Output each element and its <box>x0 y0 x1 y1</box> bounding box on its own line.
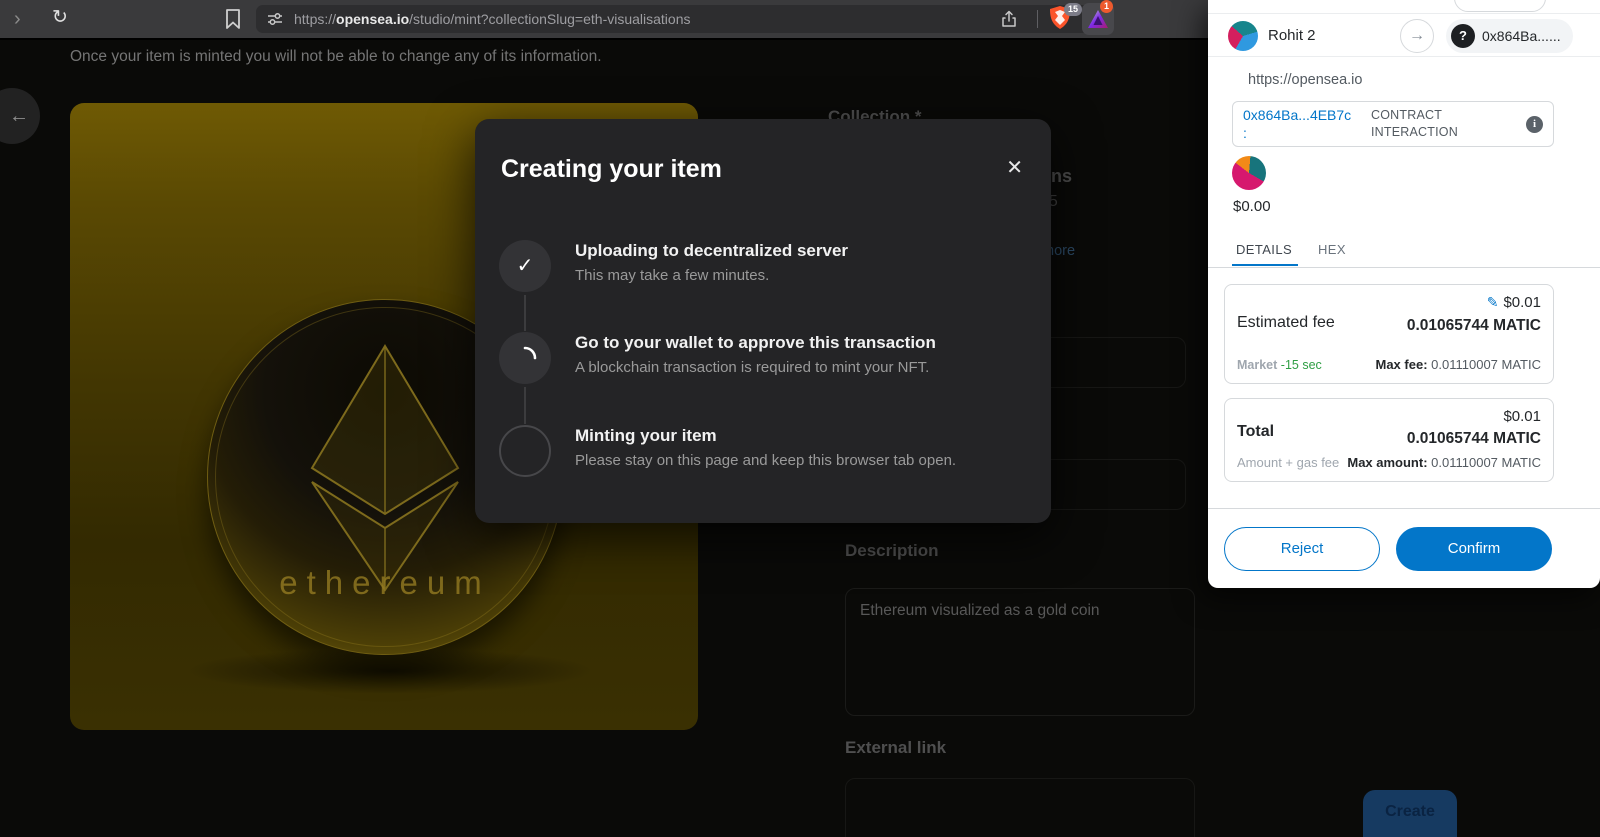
contract-address[interactable]: 0x864Ba...4EB7c: <box>1243 106 1371 142</box>
url-domain: opensea.io <box>336 11 409 27</box>
toolbar-divider <box>1037 10 1038 28</box>
brave-rewards-icon[interactable]: 1 <box>1082 3 1114 35</box>
max-amount-value: 0.01110007 MATIC <box>1431 455 1541 470</box>
reload-icon[interactable]: ↻ <box>46 4 74 32</box>
mint-warning-text: Once your item is minted you will not be… <box>70 48 602 66</box>
coin-word: ethereum <box>208 564 562 602</box>
description-label: Description <box>845 541 939 561</box>
screen: › ↻ https://opensea.io/studio/mint?colle… <box>0 0 1600 837</box>
network-pill-partial <box>1454 0 1546 12</box>
step1-desc: This may take a few minutes. <box>575 267 769 284</box>
shield-badge: 15 <box>1064 3 1082 16</box>
footer-divider <box>1208 508 1600 509</box>
confirm-button[interactable]: Confirm <box>1396 527 1552 571</box>
max-amount-label: Max amount: <box>1347 455 1427 470</box>
account-name[interactable]: Rohit 2 <box>1268 27 1316 44</box>
create-button[interactable]: Create <box>1363 790 1457 837</box>
contract-address-text: 0x864Ba...4EB7c <box>1243 107 1351 123</box>
tab-hex[interactable]: HEX <box>1318 242 1346 257</box>
check-icon: ✓ <box>499 240 551 292</box>
market-time: -15 sec <box>1281 358 1322 372</box>
estimated-fee-card: Estimated fee Market -15 sec ✎$0.01 0.01… <box>1224 284 1554 384</box>
step2-title: Go to your wallet to approve this transa… <box>575 333 936 353</box>
step2-status-icon <box>499 332 551 384</box>
total-card: Total Amount + gas fee $0.01 0.01065744 … <box>1224 398 1554 482</box>
url-bar[interactable]: https://opensea.io/studio/mint?collectio… <box>256 5 1104 33</box>
step1-title: Uploading to decentralized server <box>575 241 848 261</box>
spinner-icon <box>513 346 537 370</box>
share-icon[interactable] <box>1000 10 1018 28</box>
amount-plus-gas-label: Amount + gas fee <box>1237 455 1339 470</box>
token-avatar <box>1232 156 1266 190</box>
contract-colon: : <box>1243 125 1247 141</box>
info-icon[interactable]: i <box>1526 116 1543 133</box>
step3-title: Minting your item <box>575 426 717 446</box>
url-text[interactable]: https://opensea.io/studio/mint?collectio… <box>294 5 691 33</box>
fee-usd-value: $0.01 <box>1503 294 1541 311</box>
creating-item-modal: Creating your item ✕ ✓ Uploading to dece… <box>475 119 1051 523</box>
arrow-right-icon: → <box>1400 19 1434 53</box>
description-textarea[interactable]: Ethereum visualized as a gold coin <box>845 588 1195 716</box>
wallet-tabs: DETAILS HEX <box>1208 238 1600 268</box>
fee-usd: ✎$0.01 <box>1487 294 1541 311</box>
interaction-type: CONTRACT INTERACTION <box>1371 107 1501 141</box>
wallet-popup: Rohit 2 → ? 0x864Ba...... https://opense… <box>1208 0 1600 588</box>
back-button[interactable]: ← <box>0 88 40 144</box>
step3-desc: Please stay on this page and keep this b… <box>575 452 956 469</box>
max-amount: Max amount: 0.01110007 MATIC <box>1347 455 1541 470</box>
total-label: Total <box>1237 423 1274 441</box>
step-connector <box>524 387 526 424</box>
question-icon: ? <box>1451 24 1475 48</box>
close-icon[interactable]: ✕ <box>1006 155 1023 180</box>
modal-title: Creating your item <box>501 155 722 184</box>
rewards-badge: 1 <box>1100 0 1113 13</box>
bookmark-icon[interactable] <box>224 8 242 30</box>
estimated-fee-label: Estimated fee <box>1237 314 1335 332</box>
reject-button[interactable]: Reject <box>1224 527 1380 571</box>
account-avatar[interactable] <box>1228 21 1258 51</box>
contract-address-pill[interactable]: ? 0x864Ba...... <box>1446 19 1573 53</box>
origin-url: https://opensea.io <box>1248 72 1362 88</box>
address-short: 0x864Ba...... <box>1482 28 1561 44</box>
url-scheme: https:// <box>294 11 336 27</box>
step-connector <box>524 295 526 331</box>
external-link-label: External link <box>845 738 946 758</box>
max-fee-label: Max fee: <box>1376 357 1428 372</box>
back-arrow-icon: ← <box>9 105 29 127</box>
contract-interaction-box: 0x864Ba...4EB7c: CONTRACT INTERACTION i <box>1232 101 1554 147</box>
wallet-header: Rohit 2 → ? 0x864Ba...... <box>1208 13 1600 57</box>
step1-status-icon: ✓ <box>499 240 551 292</box>
external-link-field[interactable] <box>845 778 1195 837</box>
max-fee: Max fee: 0.01110007 MATIC <box>1376 357 1542 372</box>
forward-icon[interactable]: › <box>14 5 21 33</box>
url-path: /studio/mint?collectionSlug=eth-visualis… <box>409 11 690 27</box>
ethereum-logo <box>300 344 470 594</box>
step3-status-icon <box>499 425 551 477</box>
edit-gas-icon[interactable]: ✎ <box>1487 294 1499 310</box>
step2-desc: A blockchain transaction is required to … <box>575 359 929 376</box>
gas-speed: Market -15 sec <box>1237 358 1322 372</box>
description-value: Ethereum visualized as a gold coin <box>860 602 1100 620</box>
market-label: Market <box>1237 358 1277 372</box>
amount-usd: $0.00 <box>1233 198 1271 215</box>
tab-details[interactable]: DETAILS <box>1236 242 1292 257</box>
brave-shield-icon[interactable]: 15 <box>1048 5 1076 33</box>
fee-matic: 0.01065744 MATIC <box>1407 317 1541 335</box>
site-settings-icon[interactable] <box>267 11 283 27</box>
total-usd: $0.01 <box>1503 408 1541 425</box>
total-matic: 0.01065744 MATIC <box>1407 430 1541 448</box>
max-fee-value: 0.01110007 MATIC <box>1431 357 1541 372</box>
